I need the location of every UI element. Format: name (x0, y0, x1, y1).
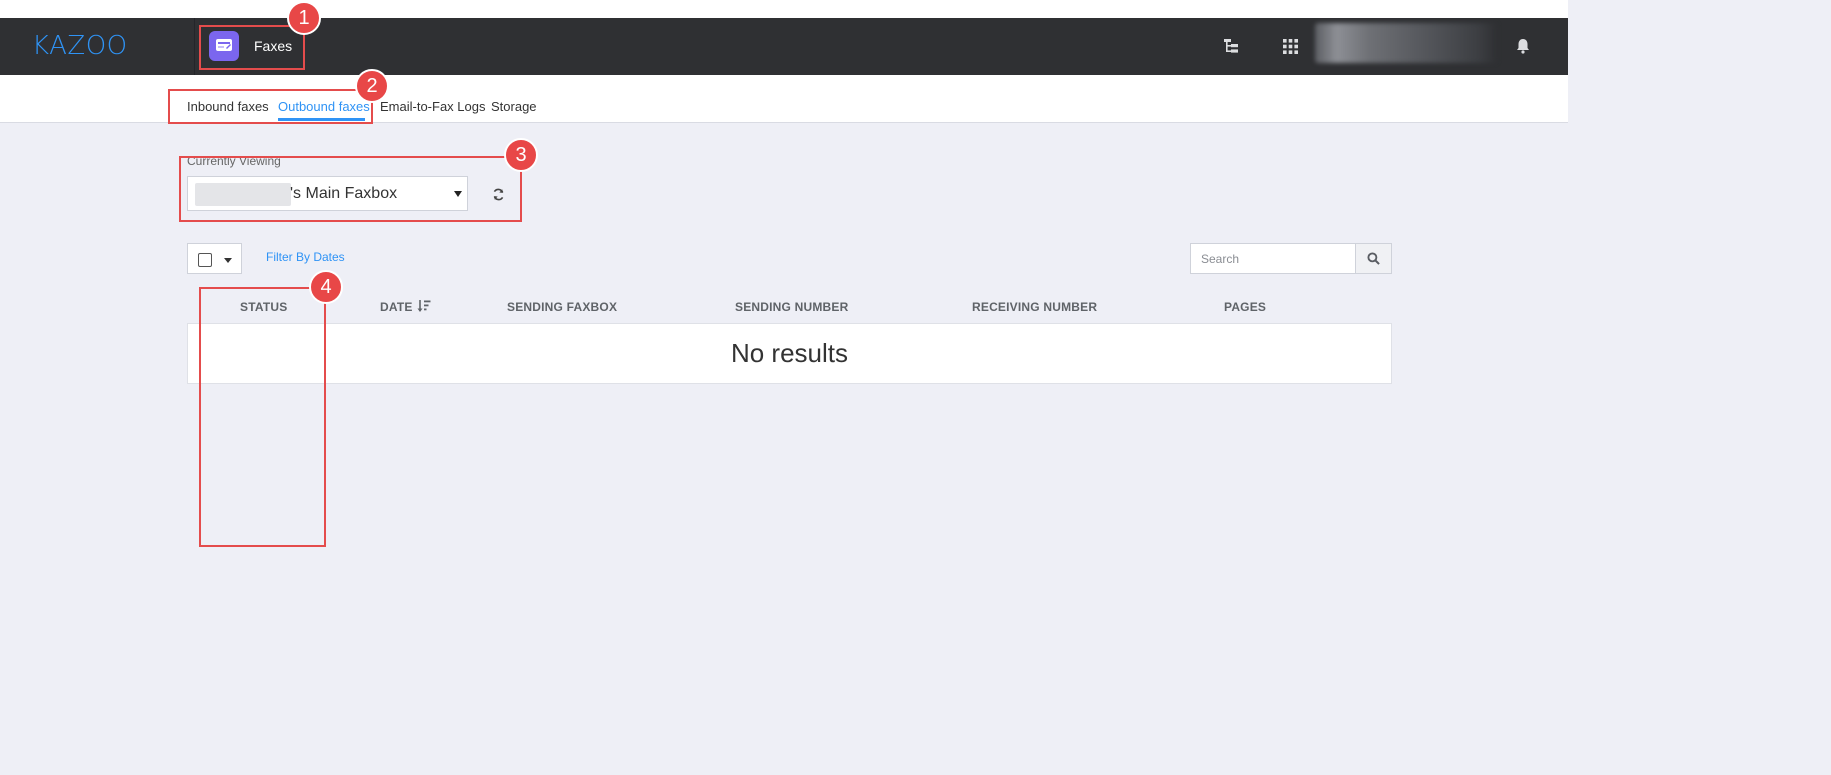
results-panel: No results (187, 323, 1392, 384)
top-strip (0, 0, 1568, 18)
refresh-icon[interactable] (488, 184, 508, 204)
bell-icon[interactable] (1514, 37, 1532, 55)
annotation-badge-4: 4 (309, 270, 343, 304)
topbar-divider (194, 18, 195, 75)
annotation-badge-3: 3 (504, 138, 538, 172)
fax-icon (216, 39, 232, 51)
sort-descending-icon[interactable] (417, 299, 431, 313)
annotation-badge-2: 2 (355, 69, 389, 103)
tab-email-to-fax-logs[interactable]: Email-to-Fax Logs (380, 99, 485, 114)
column-header-receiving-number[interactable]: RECEIVING NUMBER (972, 300, 1097, 314)
app-name[interactable]: Faxes (254, 38, 292, 54)
tab-storage[interactable]: Storage (491, 99, 537, 114)
filter-by-dates-link[interactable]: Filter By Dates (266, 250, 345, 264)
faxes-subnav: Inbound faxes Outbound faxes Email-to-Fa… (0, 75, 1568, 123)
select-all-checkbox[interactable] (198, 253, 212, 267)
caret-down-icon (454, 191, 462, 197)
faxbox-selected-value: 's Main Faxbox (290, 185, 398, 202)
column-header-status[interactable]: STATUS (240, 300, 287, 314)
column-header-sending-number[interactable]: SENDING NUMBER (735, 300, 848, 314)
kazoo-logo[interactable]: KAZOO (32, 31, 128, 61)
search-button[interactable] (1355, 243, 1392, 274)
currently-viewing-label: Currently Viewing (187, 154, 281, 168)
redacted-owner-name (195, 183, 291, 206)
no-results-message: No results (730, 338, 849, 368)
column-header-date[interactable]: DATE (380, 300, 413, 314)
column-header-pages[interactable]: PAGES (1224, 300, 1266, 314)
faxes-app-icon[interactable] (209, 31, 239, 61)
tab-inbound-faxes[interactable]: Inbound faxes (187, 99, 269, 114)
faxbox-select[interactable]: 's Main Faxbox (187, 176, 468, 211)
search-input[interactable] (1190, 243, 1356, 274)
search-icon (1367, 252, 1380, 265)
account-tree-icon[interactable] (1222, 37, 1240, 55)
select-all-dropdown[interactable] (187, 243, 242, 274)
active-tab-indicator (278, 118, 365, 121)
annotation-badge-1: 1 (287, 1, 321, 35)
app-grid-icon[interactable] (1281, 37, 1299, 55)
top-navigation-bar: KAZOO Faxes (0, 18, 1568, 75)
user-account-menu[interactable] (1315, 23, 1497, 63)
tab-outbound-faxes[interactable]: Outbound faxes (278, 99, 370, 114)
caret-down-icon[interactable] (224, 258, 232, 263)
column-header-sending-faxbox[interactable]: SENDING FAXBOX (507, 300, 617, 314)
